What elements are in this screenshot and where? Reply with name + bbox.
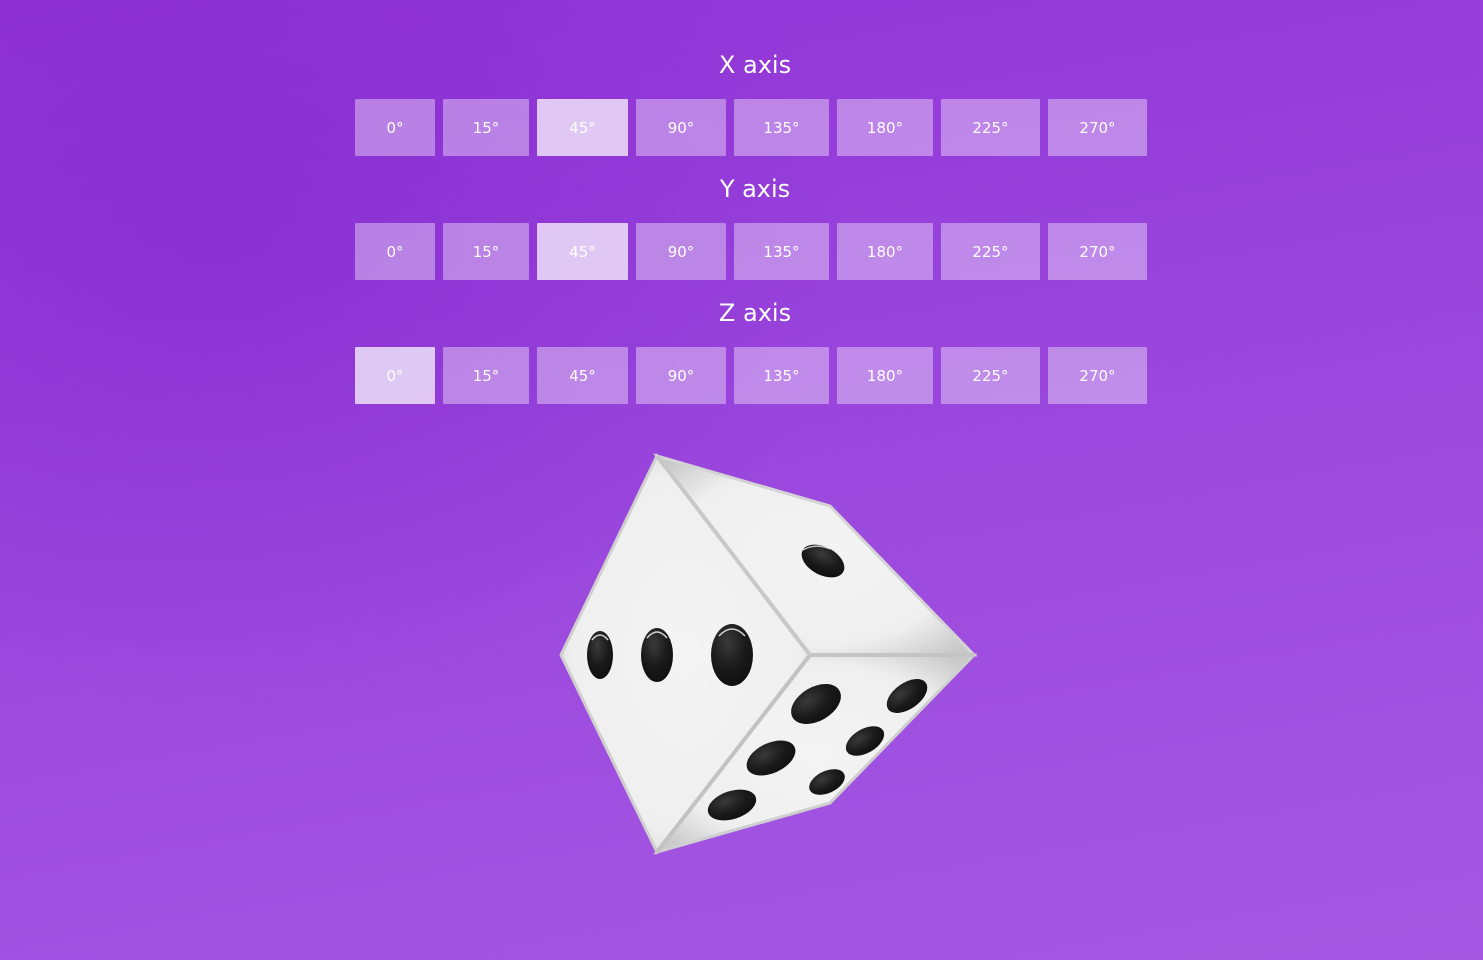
z-angle-15-button[interactable]: 15° bbox=[443, 347, 529, 404]
z-angle-180-button[interactable]: 180° bbox=[837, 347, 933, 404]
pip bbox=[587, 631, 613, 679]
y-angle-270-button[interactable]: 270° bbox=[1048, 223, 1147, 280]
y-angle-0-button[interactable]: 0° bbox=[355, 223, 435, 280]
dice-illustration bbox=[559, 453, 978, 855]
z-axis-title: Z axis bbox=[718, 299, 792, 327]
y-angle-15-button[interactable]: 15° bbox=[443, 223, 529, 280]
pip bbox=[641, 628, 673, 682]
x-angle-180-button[interactable]: 180° bbox=[837, 99, 933, 156]
z-angle-135-button[interactable]: 135° bbox=[734, 347, 829, 404]
x-angle-270-button[interactable]: 270° bbox=[1048, 99, 1147, 156]
x-angle-90-button[interactable]: 90° bbox=[636, 99, 726, 156]
y-angle-135-button[interactable]: 135° bbox=[734, 223, 829, 280]
x-angle-225-button[interactable]: 225° bbox=[941, 99, 1040, 156]
x-angle-15-button[interactable]: 15° bbox=[443, 99, 529, 156]
z-angle-90-button[interactable]: 90° bbox=[636, 347, 726, 404]
x-angle-0-button[interactable]: 0° bbox=[355, 99, 435, 156]
pip bbox=[711, 624, 753, 686]
x-angle-45-button[interactable]: 45° bbox=[537, 99, 628, 156]
z-angle-0-button[interactable]: 0° bbox=[355, 347, 435, 404]
y-angle-45-button[interactable]: 45° bbox=[537, 223, 628, 280]
y-angle-90-button[interactable]: 90° bbox=[636, 223, 726, 280]
y-angle-180-button[interactable]: 180° bbox=[837, 223, 933, 280]
z-angle-45-button[interactable]: 45° bbox=[537, 347, 628, 404]
y-angle-225-button[interactable]: 225° bbox=[941, 223, 1040, 280]
y-axis-title: Y axis bbox=[719, 175, 791, 203]
z-angle-225-button[interactable]: 225° bbox=[941, 347, 1040, 404]
dice bbox=[540, 440, 1000, 870]
z-angle-270-button[interactable]: 270° bbox=[1048, 347, 1147, 404]
x-angle-135-button[interactable]: 135° bbox=[734, 99, 829, 156]
x-axis-title: X axis bbox=[718, 51, 792, 79]
